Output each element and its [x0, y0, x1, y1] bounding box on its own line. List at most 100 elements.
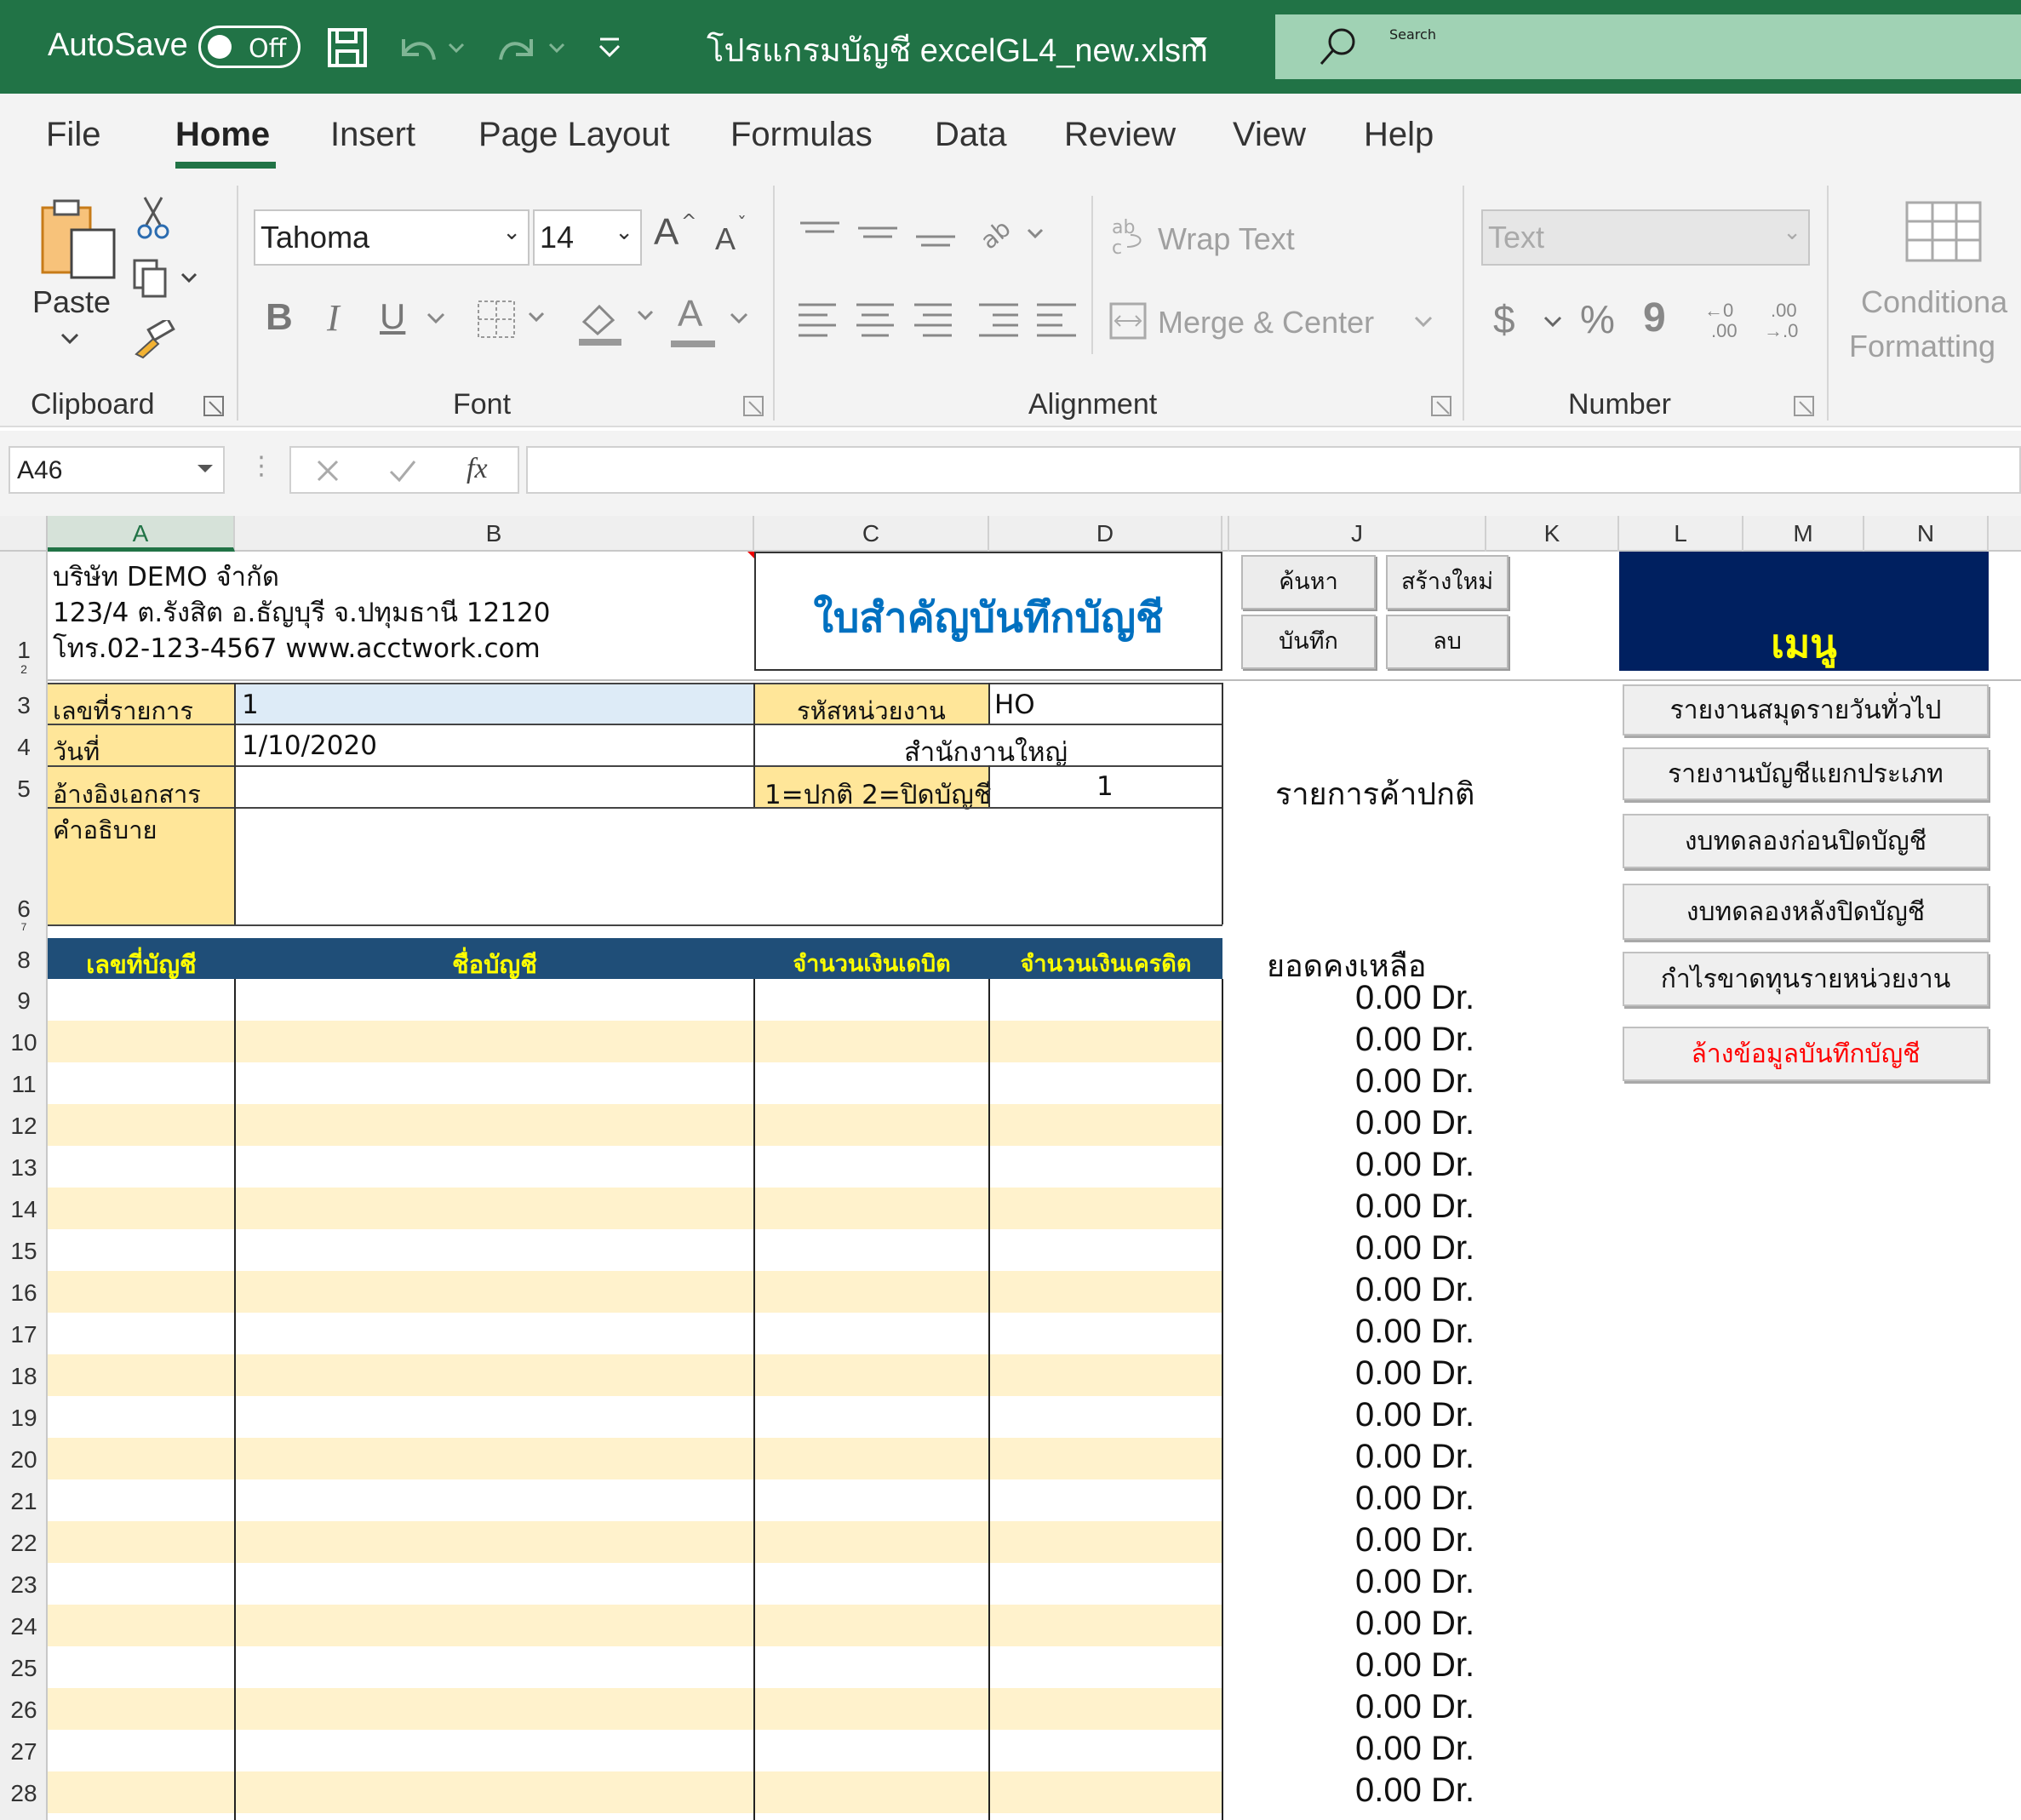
row-header[interactable]: 2 [0, 662, 48, 676]
row-header[interactable]: 5 [0, 776, 48, 803]
select-all-corner[interactable] [0, 516, 48, 552]
orientation-icon[interactable]: ab [977, 213, 1045, 255]
table-row[interactable] [48, 1188, 1222, 1229]
undo-icon[interactable] [397, 29, 465, 66]
row-header[interactable]: 27 [0, 1738, 48, 1766]
date-value[interactable]: 1/10/2020 [242, 730, 377, 761]
chevron-down-icon[interactable] [1543, 315, 1563, 329]
row-header[interactable]: 19 [0, 1405, 48, 1432]
column-header-l[interactable]: L [1619, 516, 1743, 552]
borders-icon[interactable] [475, 298, 552, 341]
column-header-n[interactable]: N [1864, 516, 1989, 552]
wrap-text-button[interactable]: Wrap Text [1158, 221, 1295, 257]
row-header[interactable]: 8 [0, 947, 48, 974]
menu-clear-data-button[interactable]: ล้างข้อมูลบันทึกบัญชี [1623, 1027, 1989, 1081]
conditional-formatting-line1[interactable]: Conditiona [1861, 284, 2007, 320]
table-row[interactable] [48, 1354, 1222, 1396]
tab-page-layout[interactable]: Page Layout [478, 116, 670, 154]
cancel-icon[interactable] [315, 458, 341, 484]
paste-label[interactable]: Paste [32, 284, 111, 320]
table-row[interactable] [48, 1771, 1222, 1813]
row-header[interactable]: 14 [0, 1196, 48, 1223]
tab-insert[interactable]: Insert [330, 116, 415, 154]
font-launcher-icon[interactable] [742, 395, 766, 419]
menu-profit-loss-by-unit-button[interactable]: กำไรขาดทุนรายหน่วยงาน [1623, 952, 1989, 1006]
menu-ledger-report-button[interactable]: รายงานบัญชีแยกประเภท [1623, 747, 1989, 800]
horizontal-align-icons[interactable] [797, 300, 1078, 346]
alignment-launcher-icon[interactable] [1430, 395, 1454, 419]
row-header[interactable]: 17 [0, 1321, 48, 1348]
entry-type-value[interactable]: 1 [1096, 771, 1114, 802]
menu-trial-balance-after-close-button[interactable]: งบทดลองหลังปิดบัญชี [1623, 884, 1989, 940]
menu-trial-balance-before-close-button[interactable]: งบทดลองก่อนปิดบัญชี [1623, 814, 1989, 868]
paste-icon[interactable] [37, 196, 119, 281]
copy-icon[interactable] [131, 257, 199, 300]
tab-home[interactable]: Home [175, 116, 270, 154]
cut-icon[interactable] [136, 194, 170, 240]
search-button[interactable]: ค้นหา [1241, 555, 1376, 610]
column-header-k[interactable]: K [1486, 516, 1619, 552]
row-header[interactable]: 6 [0, 896, 48, 923]
table-row[interactable] [48, 1271, 1222, 1313]
row-header[interactable]: 18 [0, 1363, 48, 1390]
column-header-d[interactable]: D [989, 516, 1222, 552]
row-header[interactable]: 24 [0, 1613, 48, 1640]
increase-decimal-top[interactable]: ←0 [1704, 300, 1733, 322]
table-row[interactable] [48, 1521, 1222, 1563]
number-launcher-icon[interactable] [1793, 395, 1817, 419]
save-record-button[interactable]: บันทึก [1241, 615, 1376, 669]
doc-no-value[interactable]: 1 [242, 690, 259, 720]
table-row[interactable] [48, 1688, 1222, 1730]
table-row[interactable] [48, 1021, 1222, 1062]
chevron-down-icon[interactable] [196, 463, 215, 475]
tab-view[interactable]: View [1233, 116, 1306, 154]
column-header-j[interactable]: J [1229, 516, 1486, 552]
delete-button[interactable]: ลบ [1386, 615, 1509, 669]
name-box[interactable]: A46 [9, 446, 225, 494]
save-icon[interactable] [327, 27, 368, 68]
row-header[interactable]: 16 [0, 1279, 48, 1307]
row-header[interactable]: 11 [0, 1071, 48, 1098]
chevron-down-icon[interactable] [729, 312, 749, 325]
row-header[interactable]: 10 [0, 1029, 48, 1056]
currency-button[interactable]: $ [1493, 296, 1515, 342]
column-header-m[interactable]: M [1743, 516, 1864, 552]
tab-review[interactable]: Review [1064, 116, 1176, 154]
filename-dropdown-icon[interactable] [1188, 36, 1209, 51]
chevron-down-icon[interactable] [1413, 315, 1434, 329]
row-header[interactable]: 25 [0, 1655, 48, 1682]
row-header[interactable]: 26 [0, 1697, 48, 1724]
chevron-down-icon[interactable] [426, 312, 446, 325]
column-header-b[interactable]: B [235, 516, 754, 552]
row-header[interactable]: 13 [0, 1154, 48, 1182]
table-row[interactable] [48, 1104, 1222, 1146]
tab-data[interactable]: Data [935, 116, 1007, 154]
vertical-align-icons[interactable] [797, 218, 976, 252]
row-header[interactable]: 4 [0, 734, 48, 761]
row-header[interactable]: 3 [0, 692, 48, 719]
tab-formulas[interactable]: Formulas [730, 116, 873, 154]
fill-color-icon[interactable] [575, 296, 657, 347]
format-painter-icon[interactable] [133, 320, 175, 359]
clipboard-launcher-icon[interactable] [203, 395, 226, 419]
row-header[interactable]: 20 [0, 1446, 48, 1474]
font-color-button[interactable]: A [678, 293, 702, 335]
insert-function-icon[interactable]: fx [467, 453, 488, 485]
formula-input[interactable] [526, 446, 2021, 494]
row-header[interactable]: 1 [0, 637, 48, 664]
percent-button[interactable]: % [1580, 296, 1615, 342]
bold-button[interactable]: B [266, 296, 293, 339]
tab-help[interactable]: Help [1364, 116, 1434, 154]
menu-general-journal-report-button[interactable]: รายงานสมุดรายวันทั่วไป [1623, 684, 1989, 735]
enter-icon[interactable] [388, 458, 417, 484]
create-new-button[interactable]: สร้างใหม่ [1386, 555, 1509, 610]
search-box[interactable]: Search [1275, 14, 2021, 79]
number-format-box[interactable]: Text ⌄ [1481, 209, 1810, 266]
conditional-formatting-line2[interactable]: Formatting [1849, 329, 1995, 364]
column-header-a[interactable]: A [48, 516, 235, 552]
autosave-toggle[interactable]: Off [198, 26, 301, 68]
row-header[interactable]: 7 [0, 921, 48, 933]
redo-icon[interactable] [494, 29, 570, 66]
table-row[interactable] [48, 1605, 1222, 1646]
row-header[interactable]: 23 [0, 1571, 48, 1599]
